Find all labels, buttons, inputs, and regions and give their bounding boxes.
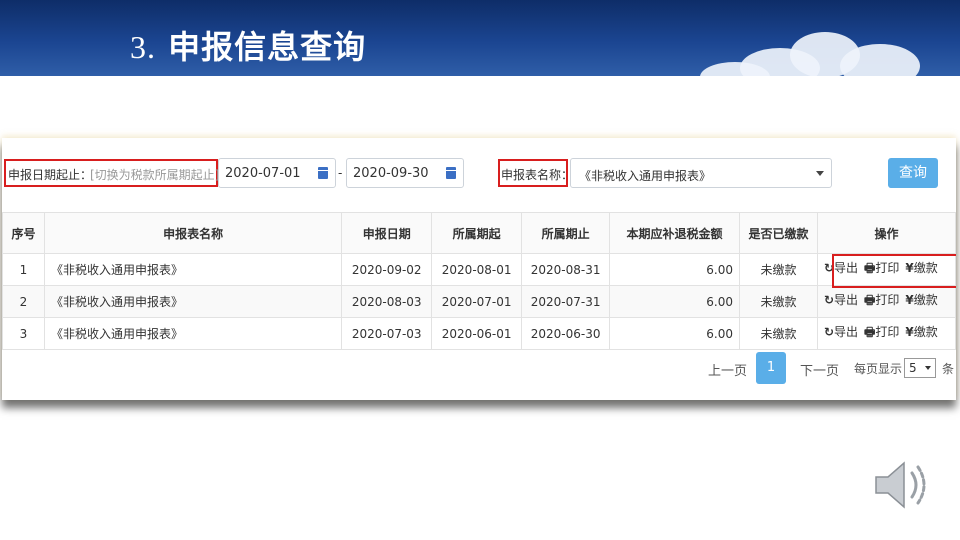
pay-label: 缴款 [913, 293, 938, 307]
paid-status-cell: 未缴款 [739, 285, 818, 318]
declare-date-cell: 2020-09-02 [341, 253, 433, 286]
per-page-suffix: 条 [942, 362, 955, 376]
actions-cell: ↻导出 🖶打印 ¥缴款 [816, 285, 956, 318]
amount-cell: 6.00 [609, 317, 740, 350]
declare-date-cell: 2020-08-03 [341, 285, 433, 318]
period-end-cell: 2020-07-31 [521, 285, 611, 318]
filter-toolbar: 申报日期起止： [切换为税款所属期起止] 2020-07-01 - 2020-0… [2, 138, 956, 208]
date-from-input[interactable]: 2020-07-01 [218, 158, 336, 188]
date-to-value: 2020-09-30 [353, 166, 429, 181]
col-header: 所属期止 [521, 212, 611, 254]
pay-action[interactable]: ¥缴款 [905, 325, 937, 339]
declaration-table: 序号 申报表名称 申报日期 所属期起 所属期止 本期应补退税金额 是否已缴款 操… [2, 212, 956, 350]
slide-title: 3. 申报信息查询 [130, 22, 366, 68]
cloud-decoration [680, 18, 920, 76]
print-label: 打印 [875, 293, 900, 307]
period-end-cell: 2020-08-31 [521, 253, 611, 286]
declare-date-cell: 2020-07-03 [341, 317, 433, 350]
next-page-link[interactable]: 下一页 [800, 360, 839, 379]
row-index: 3 [2, 317, 45, 350]
col-header: 申报日期 [341, 212, 433, 254]
col-header: 申报表名称 [43, 212, 343, 254]
export-icon: ↻ [823, 325, 835, 339]
col-header: 操作 [816, 212, 956, 254]
calendar-icon[interactable] [318, 167, 328, 179]
print-icon: 🖶 [864, 325, 876, 339]
amount-cell: 6.00 [609, 253, 740, 286]
print-action[interactable]: 🖶打印 [864, 293, 899, 307]
form-name-cell: 《非税收入通用申报表》 [43, 317, 343, 350]
chevron-down-icon [816, 171, 824, 176]
row-index: 2 [2, 285, 45, 318]
yen-icon: ¥ [905, 325, 914, 339]
col-header: 所属期起 [431, 212, 523, 254]
speaker-icon[interactable] [870, 455, 940, 515]
col-header: 序号 [2, 212, 45, 254]
col-header: 是否已缴款 [739, 212, 818, 254]
export-label: 导出 [834, 325, 859, 339]
row-index: 1 [2, 253, 45, 286]
page-size-select[interactable]: 5 [904, 358, 936, 378]
paid-status-cell: 未缴款 [739, 253, 818, 286]
actions-highlight [832, 254, 956, 288]
form-name-label: 申报表名称： [501, 168, 574, 182]
pay-action[interactable]: ¥缴款 [905, 293, 937, 307]
chevron-down-icon [925, 366, 931, 370]
slide-header-banner: 3. 申报信息查询 [0, 0, 960, 76]
calendar-icon[interactable] [446, 167, 456, 179]
col-header: 本期应补退税金额 [609, 212, 740, 254]
form-name-select[interactable]: 《非税收入通用申报表》 [570, 158, 832, 188]
table-row: 1 《非税收入通用申报表》 2020-09-02 2020-08-01 2020… [2, 253, 956, 286]
prev-page-link[interactable]: 上一页 [708, 360, 747, 379]
table-header-row: 序号 申报表名称 申报日期 所属期起 所属期止 本期应补退税金额 是否已缴款 操… [2, 212, 956, 254]
print-icon: 🖶 [864, 293, 876, 307]
page-size-value: 5 [909, 361, 917, 375]
export-icon: ↻ [823, 293, 835, 307]
period-start-cell: 2020-08-01 [431, 253, 523, 286]
date-range-label: 申报日期起止： [8, 168, 93, 182]
current-page-button[interactable]: 1 [756, 352, 786, 384]
yen-icon: ¥ [905, 293, 914, 307]
pay-label: 缴款 [913, 325, 938, 339]
slide-title-text: 申报信息查询 [168, 28, 367, 66]
table-row: 3 《非税收入通用申报表》 2020-07-03 2020-06-01 2020… [2, 317, 956, 350]
form-name-cell: 《非税收入通用申报表》 [43, 285, 343, 318]
period-start-cell: 2020-06-01 [431, 317, 523, 350]
actions-cell: ↻导出 🖶打印 ¥缴款 [816, 317, 956, 350]
period-end-cell: 2020-06-30 [521, 317, 611, 350]
print-label: 打印 [875, 325, 900, 339]
export-action[interactable]: ↻导出 [824, 293, 858, 307]
switch-period-link[interactable]: [切换为税款所属期起止] [90, 166, 219, 183]
slide-number: 3. [130, 29, 156, 65]
export-label: 导出 [834, 293, 859, 307]
paid-status-cell: 未缴款 [739, 317, 818, 350]
date-to-input[interactable]: 2020-09-30 [346, 158, 464, 188]
screenshot-panel: 申报日期起止： [切换为税款所属期起止] 2020-07-01 - 2020-0… [2, 138, 956, 400]
export-action[interactable]: ↻导出 [824, 325, 858, 339]
query-button[interactable]: 查询 [888, 158, 938, 188]
print-action[interactable]: 🖶打印 [864, 325, 899, 339]
per-page-label: 每页显示 [854, 362, 903, 376]
form-name-selected: 《非税收入通用申报表》 [579, 169, 712, 183]
form-name-cell: 《非税收入通用申报表》 [43, 253, 343, 286]
date-separator: - [338, 166, 343, 180]
amount-cell: 6.00 [609, 285, 740, 318]
date-from-value: 2020-07-01 [225, 166, 301, 181]
period-start-cell: 2020-07-01 [431, 285, 523, 318]
table-row: 2 《非税收入通用申报表》 2020-08-03 2020-07-01 2020… [2, 285, 956, 318]
